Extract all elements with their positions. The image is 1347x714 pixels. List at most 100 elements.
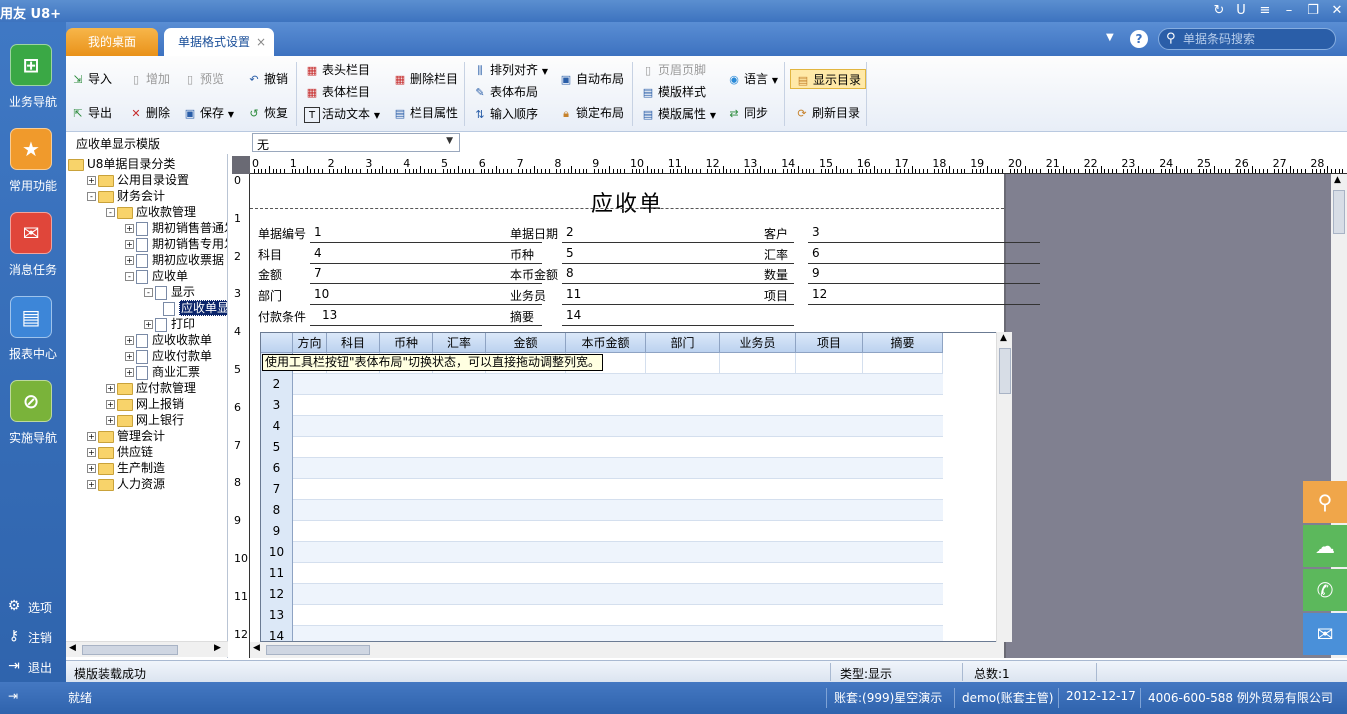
nav-reports[interactable]: ▤ 报表中心 [0,296,66,380]
expand-icon[interactable]: + [87,176,96,185]
import-button[interactable]: ⇲ 导入 [70,69,112,89]
grid-vertical-scrollbar[interactable]: ▲ [996,332,1012,642]
tree-node[interactable]: + 期初应收票据 [125,252,224,268]
expand-icon[interactable]: + [106,400,115,409]
u-icon[interactable]: U [1232,2,1250,20]
search-input[interactable] [1183,31,1333,47]
tree-node[interactable]: + 打印 [144,316,195,332]
header-field[interactable]: 科目 4 [258,244,546,264]
body-layout-button[interactable]: ✎ 表体布局 [472,82,538,102]
column-header[interactable]: 摘要 [863,333,943,353]
auto-layout-button[interactable]: ▣ 自动布局 [558,69,624,89]
template-style-button[interactable]: ▤ 模版样式 [640,82,706,102]
scroll-thumb[interactable] [999,348,1011,394]
table-row[interactable]: 7 [261,479,943,500]
active-text-dropdown-icon[interactable]: ▼ [374,111,380,120]
expand-icon[interactable]: + [87,480,96,489]
template-select[interactable]: 无 ▼ [252,133,460,152]
column-props-button[interactable]: ▤ 栏目属性 [392,103,458,123]
active-text-button[interactable]: T 活动文本 ▼ [304,104,380,124]
tree-node[interactable]: - 应收款管理 [106,204,196,220]
scroll-up-icon[interactable]: ▲ [1000,333,1007,343]
tab-close-icon[interactable]: × [256,28,266,56]
table-row[interactable]: 10 [261,542,943,563]
template-props-button[interactable]: ▤ 模版属性 ▼ [640,104,716,124]
search-float-icon[interactable]: ⚲ [1303,481,1347,523]
align-button[interactable]: ⫼ 排列对齐 ▼ [472,60,548,80]
tree-node[interactable]: + 应付款管理 [106,380,196,396]
save-dropdown-icon[interactable]: ▼ [228,110,234,119]
help-icon[interactable]: ? [1130,30,1148,48]
column-header[interactable]: 部门 [646,333,720,353]
header-field[interactable]: 单据日期 2 [510,223,798,243]
tree-node[interactable]: - 显示 [144,284,195,300]
expand-icon[interactable]: + [87,464,96,473]
language-button[interactable]: ◉ 语言 ▼ [726,69,778,89]
expand-icon[interactable]: + [87,432,96,441]
tree-node[interactable]: + 供应链 [87,444,153,460]
cloud-icon[interactable]: ☁ [1303,525,1347,567]
tree-node[interactable]: U8单据目录分类 [68,156,175,172]
expand-icon[interactable]: + [144,320,153,329]
delete-column-button[interactable]: ▦ 删除栏目 [392,69,458,89]
scroll-left-icon[interactable]: ◀ [69,643,76,653]
tree-node[interactable]: + 期初销售专用发票 [125,236,227,252]
chat-icon[interactable]: ✆ [1303,569,1347,611]
column-header[interactable]: 币种 [380,333,433,353]
add-button[interactable]: ▯ 增加 [128,69,170,89]
scroll-up-icon[interactable]: ▲ [1334,175,1341,185]
tree-node[interactable]: + 生产制造 [87,460,165,476]
scroll-left-icon[interactable]: ◀ [253,643,260,653]
expand-icon[interactable]: + [125,368,134,377]
scroll-thumb[interactable] [266,645,370,655]
tree-node[interactable]: + 网上银行 [106,412,184,428]
expand-icon[interactable]: + [125,224,134,233]
export-button[interactable]: ⇱ 导出 [70,103,112,123]
collapse-icon[interactable]: - [125,272,134,281]
header-field[interactable]: 摘要 14 [510,306,798,326]
scroll-right-icon[interactable]: ▶ [214,643,221,653]
collapse-icon[interactable]: - [106,208,115,217]
tab-my-desktop[interactable]: 我的桌面 [66,28,158,56]
header-column-button[interactable]: ▦ 表头栏目 [304,60,370,80]
tree-horizontal-scrollbar[interactable]: ◀ ▶ [66,641,228,657]
options-button[interactable]: ⚙ 选项 [0,595,66,619]
expand-icon[interactable]: + [106,384,115,393]
nav-business[interactable]: ⊞ 业务导航 [0,44,66,128]
nav-common[interactable]: ★ 常用功能 [0,128,66,212]
menu-icon[interactable]: ≡ [1256,2,1274,20]
input-order-button[interactable]: ⇅ 输入顺序 [472,104,538,124]
logout-button[interactable]: ⚷ 注销 [0,625,66,649]
nav-implement[interactable]: ⊘ 实施导航 [0,380,66,464]
search-icon[interactable]: ⚲ [1166,31,1176,46]
tree-node[interactable]: + 期初销售普通发票 [125,220,227,236]
sync-button[interactable]: ⇄ 同步 [726,103,768,123]
tree-node[interactable]: + 网上报销 [106,396,184,412]
column-header[interactable]: 项目 [796,333,863,353]
nav-messages[interactable]: ✉ 消息任务 [0,212,66,296]
table-row[interactable]: 6 [261,458,943,479]
header-field[interactable]: 业务员 11 [510,285,798,306]
table-row[interactable]: 8 [261,500,943,521]
scroll-thumb[interactable] [82,645,178,655]
table-row[interactable]: 14 [261,626,943,641]
header-field[interactable]: 项目 12 [764,285,1044,306]
tree-node[interactable]: + 商业汇票 [125,364,200,380]
pin-icon[interactable]: ⇥ [8,689,18,703]
column-header[interactable]: 科目 [327,333,380,353]
form-title[interactable]: 应收单 [250,186,1004,218]
column-header[interactable]: 业务员 [720,333,796,353]
table-row[interactable]: 9 [261,521,943,542]
tree-node[interactable]: + 管理会计 [87,428,165,444]
table-row[interactable]: 12 [261,584,943,605]
save-button[interactable]: ▣ 保存 ▼ [182,103,234,123]
expand-icon[interactable]: + [106,416,115,425]
tree-node[interactable]: 应收单显示模版 [163,300,227,316]
collapse-icon[interactable]: - [87,192,96,201]
header-field[interactable]: 客户 3 [764,223,1044,243]
expand-icon[interactable]: + [125,240,134,249]
expand-icon[interactable]: + [125,256,134,265]
header-field[interactable]: 单据编号 1 [258,223,546,243]
delete-button[interactable]: ✕ 删除 [128,103,170,123]
tree-node[interactable]: + 应收付款单 [125,348,212,364]
